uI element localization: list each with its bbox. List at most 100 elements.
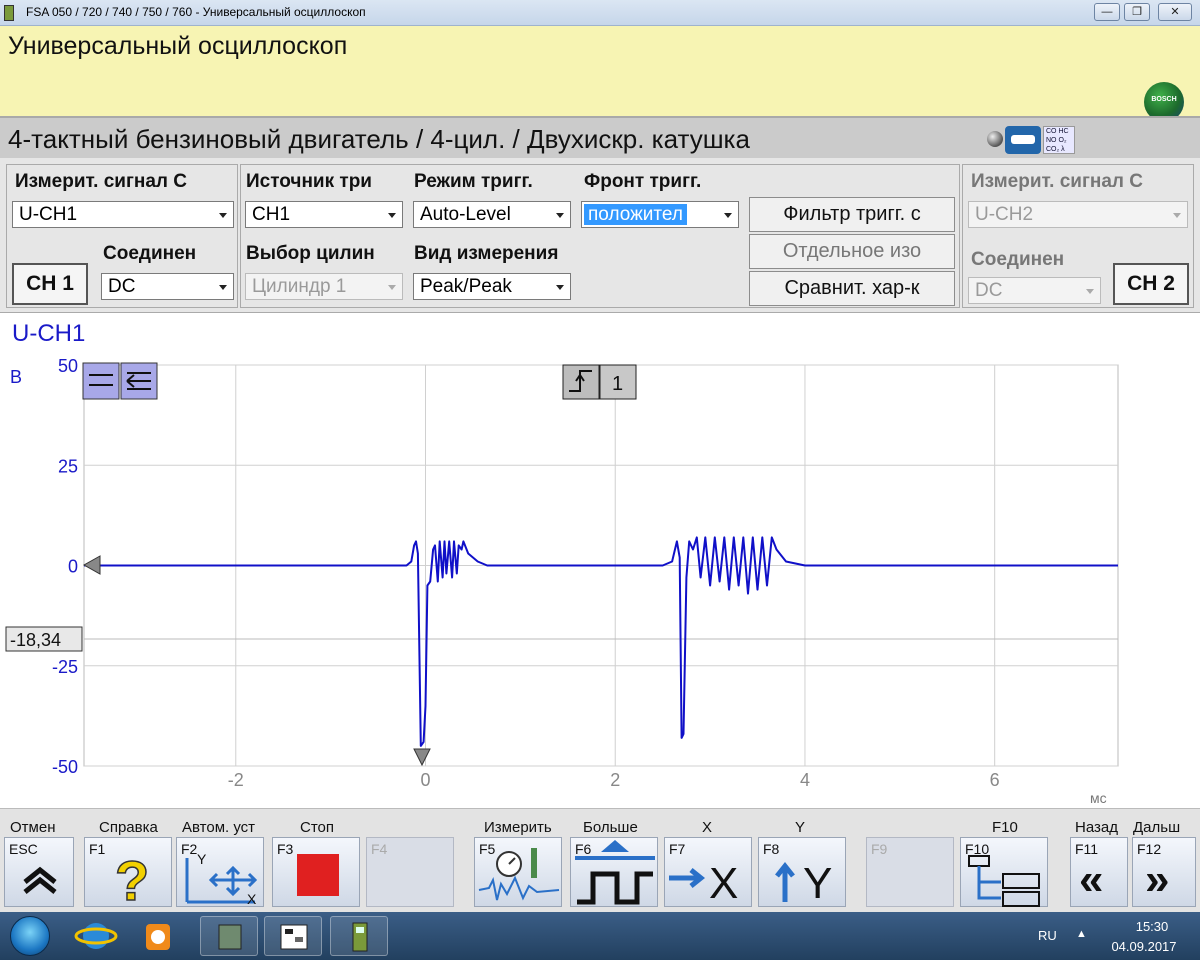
x-axis-icon: X	[669, 859, 738, 908]
f11-label: Назад	[1075, 819, 1118, 836]
x-tick-label: 2	[610, 770, 620, 790]
trigger-edge-select[interactable]: положител	[581, 201, 739, 228]
gas-analyzer-icon[interactable]: CO HC NO O₂ CO₂ λ	[1043, 126, 1075, 154]
media-player-icon[interactable]	[132, 916, 184, 956]
ch2-button[interactable]: CH 2	[1113, 263, 1189, 305]
clock-date[interactable]: 04.09.2017	[1106, 939, 1182, 954]
y-tick-label: 0	[68, 557, 78, 577]
f10-button[interactable]: F10	[960, 837, 1048, 907]
x-button[interactable]: F7 X	[664, 837, 752, 908]
trigger-source-value: CH1	[252, 204, 291, 225]
ch1-button[interactable]: CH 1	[12, 263, 88, 305]
trigger-channel-label: 1	[612, 373, 623, 395]
ch1-group: Измерит. сигнал С U-CH1 Соединен CH 1 DC	[6, 164, 238, 308]
media-player-logo-icon	[146, 924, 170, 950]
tree-view-icon	[968, 855, 1040, 907]
question-mark-icon: ?	[114, 848, 150, 908]
channel-title: U-CH1	[12, 320, 85, 347]
maximize-button[interactable]: ❐	[1124, 3, 1150, 21]
minimize-button[interactable]: —	[1094, 3, 1120, 21]
zero-level-marker-icon[interactable]	[82, 555, 101, 575]
f10-label: F10	[992, 819, 1018, 836]
x-shift-button[interactable]	[120, 362, 158, 400]
next-button[interactable]: F12 »	[1132, 837, 1196, 907]
stop-button[interactable]: F3	[272, 837, 360, 907]
page-title: Универсальный осциллоскоп	[8, 32, 348, 60]
x-tick-label: 0	[420, 770, 430, 790]
measure-button[interactable]: F5	[474, 837, 562, 907]
x-tick-label: 6	[990, 770, 1000, 790]
trigger-mode-select[interactable]: Auto-Level	[413, 201, 571, 228]
y-axis-icon: Y	[775, 859, 832, 908]
chevron-down-icon	[551, 277, 568, 296]
trigger-edge-label: Фронт тригг.	[584, 171, 702, 192]
double-chevron-right-icon: »	[1145, 855, 1169, 904]
windows-start-icon[interactable]	[10, 916, 50, 956]
y-tick-label: 25	[58, 456, 78, 476]
trigger-filter-button[interactable]: Фильтр тригг. с	[749, 197, 955, 232]
ch1-signal-value: U-CH1	[19, 204, 78, 225]
stop-icon	[297, 854, 339, 896]
f5-label: Измерить	[484, 819, 552, 836]
back-button[interactable]: F11 «	[1070, 837, 1128, 907]
control-panel: Измерит. сигнал С U-CH1 Соединен CH 1 DC…	[0, 158, 1200, 312]
taskbar-app-1[interactable]	[200, 916, 258, 956]
esc-button[interactable]: ESC	[4, 837, 74, 907]
vehicle-description: 4-тактный бензиновый двигатель / 4-цил. …	[8, 124, 750, 154]
help-button[interactable]: F1 ?	[84, 837, 172, 908]
cylinder-select: Цилиндр 1	[245, 273, 403, 300]
page-header: Универсальный осциллоскоп BOSCH	[0, 26, 1200, 122]
chart-ticks: -2 0 2 4 6 50 25 0 -25 -50	[52, 356, 1000, 790]
internet-explorer-icon[interactable]	[70, 916, 122, 956]
x-tick-label: 4	[800, 770, 810, 790]
taskbar-app-2[interactable]	[264, 916, 322, 956]
auto-setup-button[interactable]: F2 XY	[176, 837, 264, 907]
measure-type-select[interactable]: Peak/Peak	[413, 273, 571, 300]
y-button[interactable]: F8 Y	[758, 837, 846, 908]
clock-time[interactable]: 15:30	[1122, 919, 1182, 934]
ch1-coupling-select[interactable]: DC	[101, 273, 234, 300]
tray-expand-icon[interactable]: ▲	[1076, 928, 1087, 940]
f9-code: F9	[871, 841, 888, 857]
cursor-value: -18,34	[10, 630, 61, 650]
trigger-indicator[interactable]: 1	[562, 364, 637, 400]
separate-view-button: Отдельное изо	[749, 234, 955, 269]
x-unit-label: мс	[1090, 790, 1107, 806]
y-unit-label: В	[10, 367, 22, 387]
svg-text:Y: Y	[197, 851, 207, 867]
ch2-signal-select: U-CH2	[968, 201, 1188, 228]
f1-label: Справка	[99, 819, 158, 836]
square-wave-icon	[575, 840, 655, 905]
compare-button[interactable]: Сравнит. хар-к	[749, 271, 955, 306]
trigger-position-marker-icon[interactable]	[413, 748, 431, 767]
app-icon	[4, 5, 14, 21]
oscilloscope-chart[interactable]: U-CH1 В мс -2 0 2 4 650250-25-50 1 -18,3…	[0, 313, 1200, 809]
svg-text:»: »	[1145, 855, 1169, 904]
f7-label: X	[702, 819, 713, 836]
more-button[interactable]: F6	[570, 837, 658, 907]
car-icon[interactable]	[1005, 126, 1041, 154]
ch2-signal-label: Измерит. сигнал С	[971, 171, 1144, 192]
cylinder-select-label: Выбор цилин	[246, 243, 375, 264]
svg-text:«: «	[1079, 855, 1103, 904]
cursor-readout[interactable]: -18,34	[5, 626, 83, 652]
taskbar-app-fsa[interactable]	[330, 916, 388, 956]
y-zoom-button[interactable]	[82, 362, 120, 400]
language-indicator[interactable]: RU	[1038, 928, 1057, 943]
signal-trace	[84, 536, 1118, 747]
svg-text:X: X	[709, 859, 738, 908]
oscilloscope-display[interactable]: U-CH1 В мс -2 0 2 4 6 50 25 0 -25 -50 1 -1	[0, 312, 1200, 808]
ie-logo-icon	[74, 923, 118, 949]
y-zoom-box[interactable]	[82, 362, 120, 400]
chevron-down-icon	[551, 205, 568, 224]
ch1-signal-select[interactable]: U-CH1	[12, 201, 234, 228]
tree-window-icon	[280, 924, 308, 950]
cylinder-value: Цилиндр 1	[252, 276, 347, 297]
svg-text:?: ?	[115, 849, 149, 908]
window-title: FSA 050 / 720 / 740 / 750 / 760 - Универ…	[26, 5, 366, 19]
close-button[interactable]: ✕	[1158, 3, 1192, 21]
trigger-group: Источник три CH1 Режим тригг. Auto-Level…	[240, 164, 960, 308]
trigger-source-select[interactable]: CH1	[245, 201, 403, 228]
x-tick-label: -2	[228, 770, 244, 790]
svg-text:X: X	[247, 891, 257, 907]
